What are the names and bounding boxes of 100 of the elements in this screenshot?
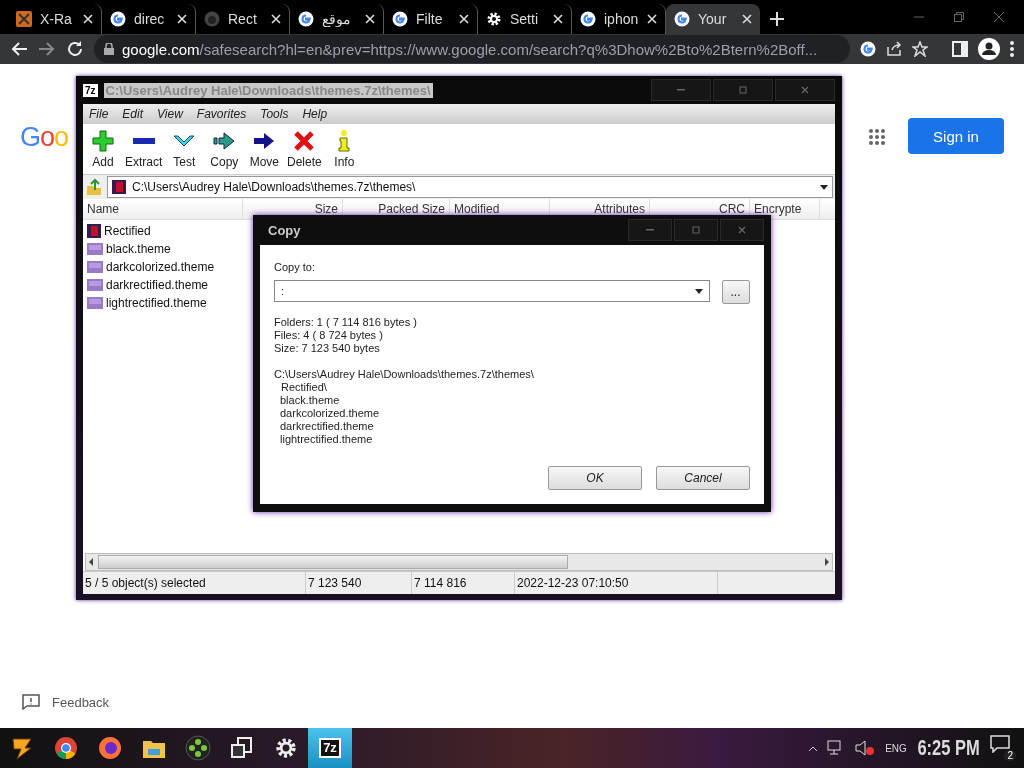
status-text: 7 123 540 (306, 572, 412, 594)
path-field[interactable]: C:\Users\Audrey Hale\Downloads\themes.7z\themes\ (107, 176, 833, 198)
close-icon (738, 226, 746, 234)
file-row[interactable]: lightrectified.theme (87, 294, 207, 312)
settings-icon[interactable] (275, 737, 297, 759)
file-row[interactable]: black.theme (87, 240, 171, 258)
file-row[interactable]: darkrectified.theme (87, 276, 209, 294)
star-icon[interactable] (912, 41, 928, 57)
maximize-icon (739, 86, 747, 94)
file-icon (87, 279, 103, 291)
google-icon (580, 11, 596, 27)
info-text: Size: 7 123 540 bytes (274, 342, 381, 355)
item-text: Rectified\ (280, 381, 328, 394)
google-icon (674, 11, 690, 27)
window-title: C:\Users\Audrey Hale\Downloads\themes.7z\themes\ (103, 82, 433, 98)
muted-speaker-icon[interactable] (855, 740, 876, 756)
profile-icon[interactable] (978, 38, 1000, 60)
status-text: 7 114 816 (412, 572, 515, 594)
devices-icon[interactable] (230, 736, 254, 760)
arrow-icon (212, 129, 237, 153)
browse-button[interactable]: ... (722, 280, 750, 304)
browser-tab[interactable]: Your (666, 4, 760, 34)
item-text: black.theme (279, 394, 341, 407)
close-icon (801, 86, 809, 94)
sidebar-icon[interactable] (952, 41, 968, 57)
cancel-button[interactable]: Cancel (656, 466, 750, 490)
menu-item[interactable]: Tools (260, 107, 289, 121)
file-icon (87, 297, 103, 309)
toolbar-button[interactable]: Test (166, 129, 203, 169)
xray-icon (16, 11, 32, 27)
toolbar-button[interactable]: Extract (125, 129, 163, 169)
file-icon (87, 261, 103, 273)
new-tab-icon[interactable] (770, 12, 784, 26)
caret-icon[interactable] (809, 745, 818, 751)
up-folder-icon[interactable] (85, 178, 103, 196)
plus-icon (91, 129, 115, 153)
google-logo: Goo (20, 122, 69, 153)
feedback-icon[interactable] (22, 694, 40, 710)
app-icon: 7z (83, 83, 98, 97)
field-label: Copy to: (274, 261, 316, 274)
restore-icon[interactable] (954, 12, 964, 22)
toolbar-button[interactable]: Info (326, 129, 363, 169)
item-text: lightrectified.theme (279, 433, 374, 446)
scroll-right-icon[interactable] (822, 557, 832, 567)
toolbar-button[interactable]: Delete (286, 129, 323, 169)
source-path: C:\Users\Audrey Hale\Downloads\themes.7z\themes\ (274, 368, 535, 381)
google-icon (392, 11, 408, 27)
google-icon (110, 11, 126, 27)
menu-icon[interactable] (1010, 41, 1014, 57)
sign-in-button[interactable]: Sign in (908, 118, 1004, 154)
menu-item[interactable]: File (89, 107, 109, 121)
dropdown-icon (695, 288, 703, 294)
forward-icon[interactable] (38, 41, 56, 57)
minimize-icon (646, 229, 654, 231)
back-icon[interactable] (10, 41, 28, 57)
menu-item[interactable]: Help (302, 107, 328, 121)
file-row[interactable]: darkcolorized.theme (87, 258, 215, 276)
destination-combo[interactable]: : (274, 280, 710, 302)
dialog-title: Copy (267, 222, 301, 238)
firefox-icon[interactable] (98, 736, 122, 760)
address-bar[interactable]: google.com/safesearch?hl=en&prev=https://www.google.com/search?q%3Dhow%2Bto%2Btern%2Boff... (94, 35, 850, 63)
archive-app-icon[interactable]: 7z (319, 738, 341, 758)
menu-item[interactable]: Favorites (196, 107, 247, 121)
chrome-icon[interactable] (54, 736, 78, 760)
gamepad-icon[interactable] (185, 735, 211, 761)
minus-icon (132, 138, 155, 144)
minimize-icon (677, 89, 685, 91)
status-text: 5 / 5 object(s) selected (83, 572, 306, 594)
file-row[interactable]: Rectified (87, 222, 151, 240)
notification-count: 2 (1004, 750, 1016, 761)
column-header[interactable]: Name (83, 199, 243, 219)
folder-icon (87, 224, 101, 238)
clock[interactable]: 6:25 PM (917, 735, 980, 761)
feedback-link[interactable]: Feedback (52, 694, 110, 710)
toolbar-button[interactable]: Move (246, 129, 283, 169)
close-icon (292, 129, 317, 153)
menu-item[interactable]: Edit (122, 107, 144, 121)
item-text: darkcolorized.theme (279, 407, 381, 420)
menu-item[interactable]: View (157, 107, 183, 121)
toolbar-button[interactable]: Copy (206, 129, 243, 169)
reload-icon[interactable] (66, 40, 84, 58)
ok-button[interactable]: OK (548, 466, 642, 490)
google-icon (298, 11, 314, 27)
toolbar-button[interactable]: Add (85, 129, 121, 169)
info-text: Files: 4 ( 8 724 bytes ) (274, 329, 384, 342)
maximize-icon (692, 226, 700, 234)
launcher-icon[interactable] (9, 735, 35, 761)
file-icon (87, 243, 103, 255)
item-text: darkrectified.theme (279, 420, 375, 433)
horizontal-scrollbar[interactable] (85, 553, 833, 571)
settings-icon (486, 11, 502, 27)
language-indicator[interactable]: ENG (885, 742, 907, 754)
lock-icon (104, 43, 114, 55)
info-text: Folders: 1 ( 7 114 816 bytes ) (274, 316, 418, 329)
dropdown-icon (820, 184, 828, 190)
taskbar-app[interactable]: 7z (308, 728, 352, 768)
apps-icon[interactable] (868, 128, 886, 146)
share-icon[interactable] (886, 41, 902, 57)
folder-icon (112, 180, 126, 194)
google-icon[interactable] (860, 41, 876, 57)
